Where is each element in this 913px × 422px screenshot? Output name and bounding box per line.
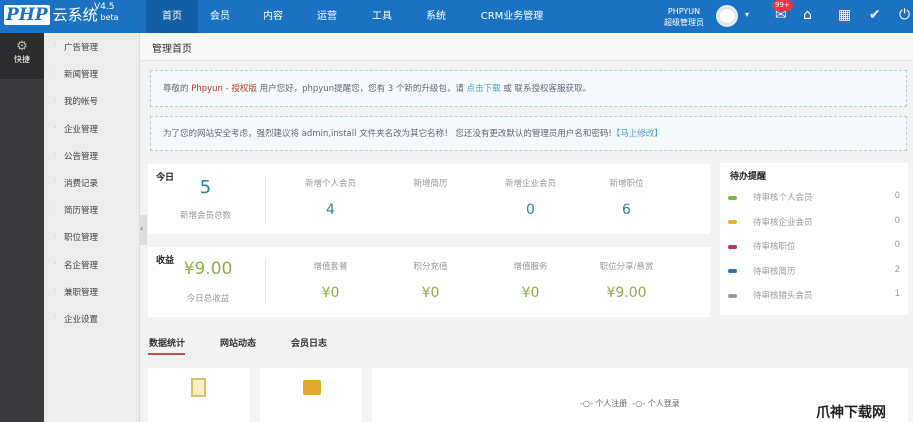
stat-label: 积分充值 bbox=[413, 262, 448, 272]
bullet-icon: · bbox=[54, 285, 57, 295]
message-badge: 99+ bbox=[772, 0, 793, 11]
stat-label: 增值套餐 bbox=[313, 262, 348, 272]
bullet-icon: · bbox=[54, 41, 57, 50]
bullet-icon: · bbox=[54, 231, 57, 241]
legend-marker-icon: -○- bbox=[632, 399, 646, 408]
nav-home[interactable]: 首页 bbox=[146, 0, 198, 33]
income-card: 收益 ¥9.00 今日总收益 增值套餐 ¥0 积分充值 ¥0 增值服务 ¥0 职位分享/悬赏… bbox=[148, 247, 710, 317]
nav-tools[interactable]: 工具 bbox=[362, 0, 402, 33]
briefcase-icon bbox=[303, 380, 321, 395]
sidebar-submenu bbox=[44, 33, 140, 422]
sidebar-item[interactable]: 我的帐号 bbox=[64, 95, 98, 107]
sidebar-item[interactable]: 职位管理 bbox=[64, 231, 98, 243]
stat-label: 增值服务 bbox=[513, 262, 548, 272]
clear-cache-icon[interactable]: ✔ bbox=[869, 7, 881, 23]
sidebar-item[interactable]: 简历管理 bbox=[64, 204, 98, 216]
stat-label: 新增个人会员 bbox=[304, 179, 356, 189]
status-swatch-icon bbox=[728, 244, 737, 249]
resume-icon bbox=[191, 378, 206, 397]
stat-value: ¥9.00 bbox=[606, 285, 647, 301]
avatar[interactable] bbox=[716, 5, 738, 27]
bullet-icon: · bbox=[54, 122, 57, 132]
nav-content[interactable]: 内容 bbox=[253, 0, 293, 33]
todo-item[interactable]: 待审核企业会员 0 bbox=[728, 216, 900, 240]
bullet-icon: · bbox=[54, 149, 57, 159]
security-notice: 为了您的网站安全考虑，强烈建议将 admin,install 文件夹名改为其它名… bbox=[150, 116, 907, 151]
nav-operations[interactable]: 运营 bbox=[307, 0, 347, 33]
tab-member-log[interactable]: 会员日志 bbox=[291, 336, 327, 349]
grid-icon[interactable]: ▦ bbox=[838, 7, 851, 23]
stat-card-resume[interactable] bbox=[148, 368, 250, 422]
sidebar-item[interactable]: 广告管理 bbox=[64, 41, 98, 53]
gear-icon: ⚙ bbox=[16, 39, 28, 54]
watermark: 爪神下载网 bbox=[816, 405, 886, 421]
sidebar-item[interactable]: 名企管理 bbox=[64, 259, 98, 271]
stat-label: 新增企业会员 bbox=[504, 179, 556, 189]
home-icon[interactable]: ⌂ bbox=[803, 7, 812, 23]
todo-item[interactable]: 待审核猎头会员 1 bbox=[728, 289, 900, 313]
sidebar-item[interactable]: 企业管理 bbox=[64, 123, 98, 135]
modify-now-link[interactable]: 【马上修改】 bbox=[612, 129, 663, 139]
sidebar-item[interactable]: 消费记录 bbox=[64, 177, 98, 189]
user-info[interactable]: PHPYUN 超级管理员 bbox=[664, 6, 704, 28]
sidebar-primary bbox=[0, 33, 44, 422]
stat-value: ¥0 bbox=[321, 285, 340, 301]
bullet-icon: · bbox=[54, 204, 57, 214]
sidebar-item[interactable]: 公告管理 bbox=[64, 150, 98, 162]
chart-legend: -○- 个人注册 -○- 个人登录 bbox=[580, 399, 680, 408]
upgrade-notice: 尊敬的 Phpyun - 授权版 用户您好，phpyun提醒您，您有 3 个新的… bbox=[150, 70, 907, 107]
bullet-icon: · bbox=[54, 95, 57, 105]
nav-members[interactable]: 会员 bbox=[200, 0, 240, 33]
chevron-down-icon[interactable]: ▾ bbox=[745, 10, 749, 19]
page-title: 管理首页 bbox=[140, 33, 913, 61]
status-swatch-icon bbox=[728, 195, 737, 200]
bullet-icon: · bbox=[54, 313, 57, 322]
nav-system[interactable]: 系统 bbox=[416, 0, 456, 33]
stat-value: 0 bbox=[526, 202, 535, 218]
sidebar-item[interactable]: 新闻管理 bbox=[64, 68, 98, 80]
stat-value: ¥0 bbox=[521, 285, 540, 301]
collapse-sidebar-button[interactable]: ‹ bbox=[140, 215, 147, 245]
stat-card-job[interactable] bbox=[260, 368, 362, 422]
legend-marker-icon: -○- bbox=[580, 399, 593, 408]
nav-crm[interactable]: CRM业务管理 bbox=[470, 0, 554, 33]
stat-value: ¥0 bbox=[421, 285, 440, 301]
status-swatch-icon bbox=[728, 220, 737, 225]
active-tab-indicator bbox=[148, 353, 185, 355]
power-icon[interactable]: ⏻ bbox=[899, 7, 910, 23]
todo-item[interactable]: 待审核职位 0 bbox=[728, 240, 900, 264]
status-swatch-icon bbox=[728, 269, 737, 274]
sidebar-item[interactable]: 企业设置 bbox=[64, 313, 98, 325]
todo-item[interactable]: 待审核个人会员 0 bbox=[728, 191, 900, 215]
bullet-icon: · bbox=[54, 177, 57, 186]
today-card: 今日 5 新增会员总数 新增个人会员 4 新增简历 新增企业会员 0 新增职位 6 bbox=[148, 164, 710, 234]
todo-item[interactable]: 待审核简历 2 bbox=[728, 265, 900, 289]
logo[interactable]: PHP 云系统 beta V4.5 bbox=[4, 2, 119, 25]
stat-value: 6 bbox=[622, 202, 631, 218]
bullet-icon: · bbox=[54, 68, 57, 78]
stat-label: 新增职位 bbox=[609, 179, 644, 189]
stat-label: 新增简历 bbox=[413, 179, 448, 189]
download-link[interactable]: 点击下载 bbox=[467, 84, 501, 94]
sidebar-item[interactable]: 兼职管理 bbox=[64, 286, 98, 298]
tab-site-activity[interactable]: 网站动态 bbox=[220, 336, 256, 349]
sidebar-item-quick[interactable]: ⚙ 快捷 bbox=[0, 33, 44, 79]
stat-value: 4 bbox=[326, 202, 335, 218]
stat-label: 职位分享/悬赏 bbox=[599, 262, 654, 272]
bullet-icon: · bbox=[54, 258, 57, 268]
tab-data-stats[interactable]: 数据统计 bbox=[149, 336, 185, 349]
status-swatch-icon bbox=[728, 293, 737, 298]
